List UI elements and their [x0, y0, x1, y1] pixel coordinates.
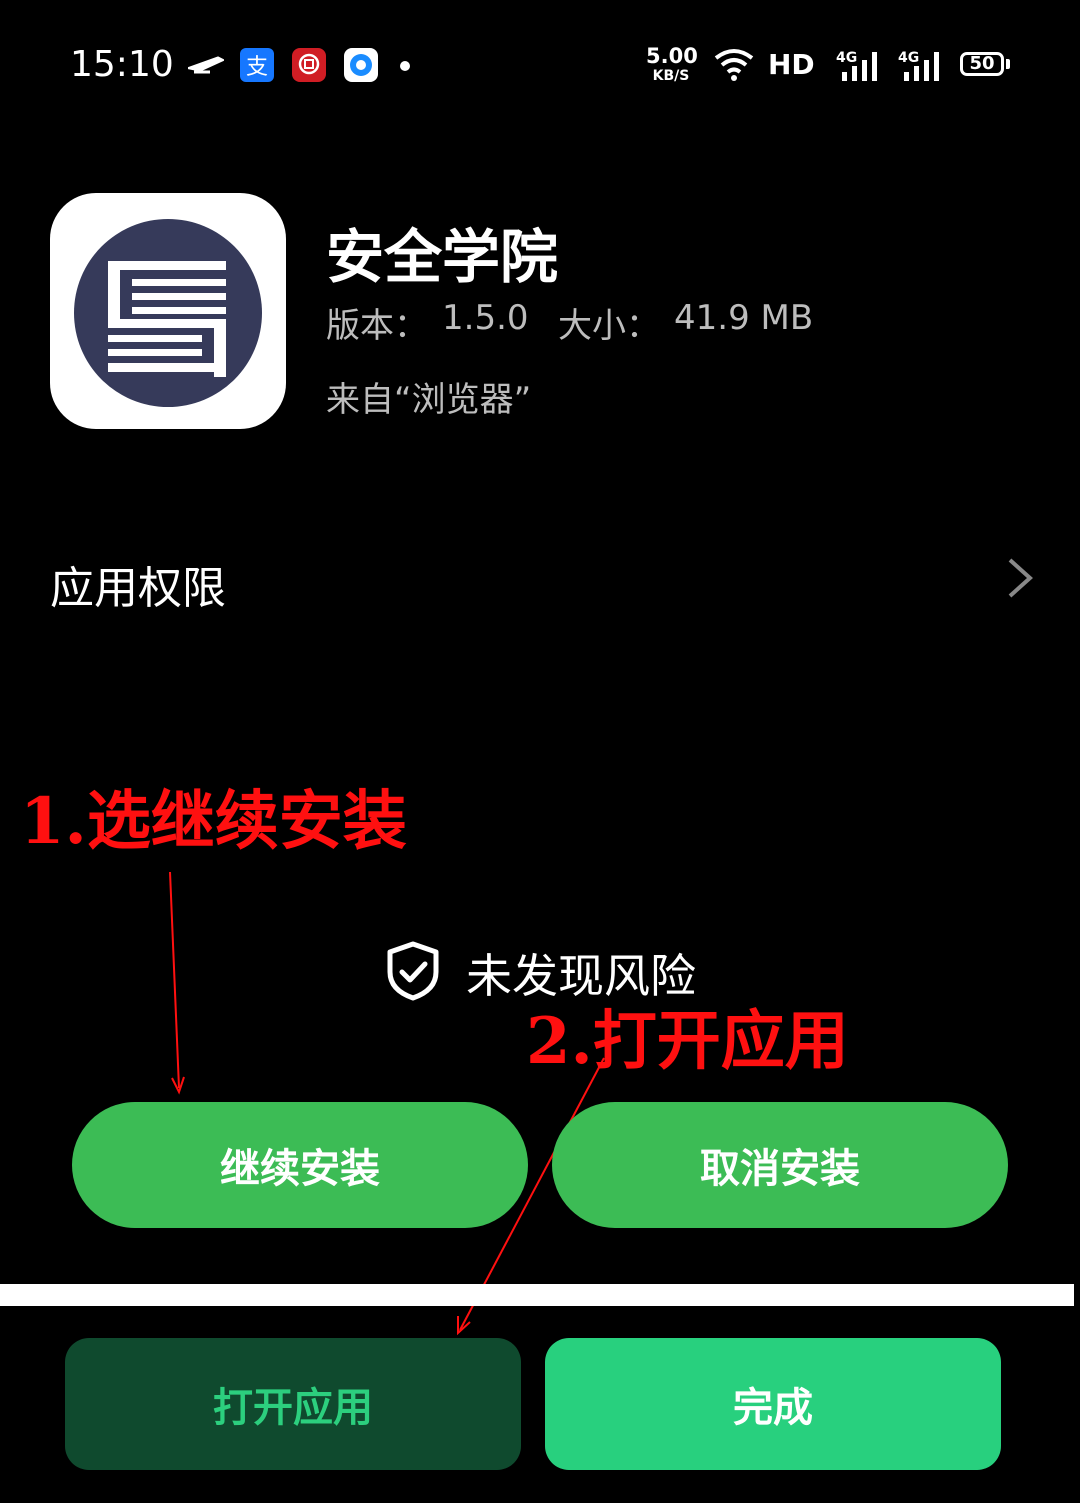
safety-status-text: 未发现风险 [466, 949, 696, 1003]
done-button[interactable]: 完成 [545, 1338, 1001, 1470]
cancel-install-button[interactable]: 取消安装 [552, 1102, 1008, 1228]
screenshot-divider [0, 1284, 1074, 1306]
open-app-button[interactable]: 打开应用 [65, 1338, 521, 1470]
continue-install-button[interactable]: 继续安装 [72, 1102, 528, 1228]
shield-check-icon [384, 940, 442, 1006]
annotation-arrows [169, 871, 605, 1336]
